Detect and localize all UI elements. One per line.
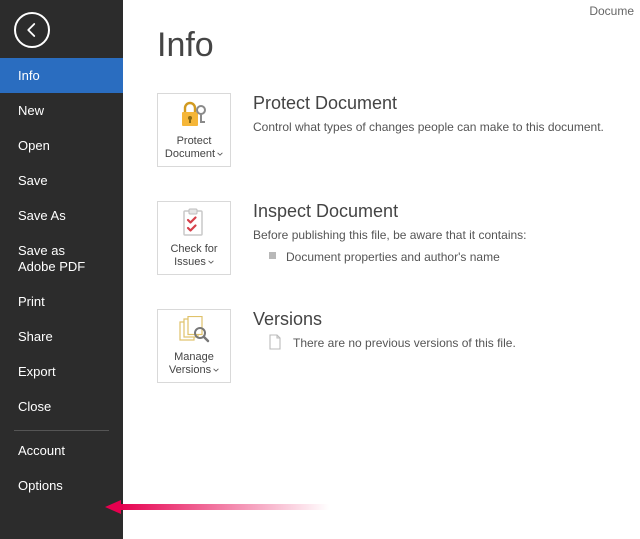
inspect-bullet-text: Document properties and author's name [286,248,500,266]
sidebar-item-save-as[interactable]: Save As [0,198,123,233]
document-icon [267,334,283,350]
sidebar-item-share[interactable]: Share [0,319,123,354]
section-description: Control what types of changes people can… [253,118,616,136]
sidebar-item-info[interactable]: Info [0,58,123,93]
section-title: Inspect Document [253,201,616,222]
backstage-sidebar: Info New Open Save Save As Save as Adobe… [0,0,123,539]
sidebar-item-options[interactable]: Options [0,468,123,503]
button-label: Protect Document [165,135,215,160]
sidebar-item-open[interactable]: Open [0,128,123,163]
sidebar-item-print[interactable]: Print [0,284,123,319]
sidebar-item-label: Export [18,364,56,379]
section-description: Before publishing this file, be aware th… [253,226,616,244]
chevron-down-icon [213,364,219,377]
check-for-issues-button[interactable]: Check for Issues [157,201,231,275]
page-title: Info [157,26,616,65]
sidebar-item-account[interactable]: Account [0,433,123,468]
arrow-left-icon [23,21,41,39]
protect-document-button[interactable]: Protect Document [157,93,231,167]
chevron-down-icon [217,148,223,161]
sidebar-divider [14,430,109,431]
sidebar-item-label: Save as Adobe PDF [18,243,85,274]
sidebar-item-label: Print [18,294,45,309]
sidebar-item-label: Save As [18,208,66,223]
button-label: Manage Versions [169,351,214,376]
section-inspect: Check for Issues Inspect Document Before… [157,201,616,275]
chevron-down-icon [208,256,214,269]
sidebar-item-label: Open [18,138,50,153]
sidebar-item-new[interactable]: New [0,93,123,128]
sidebar-item-label: Close [18,399,51,414]
sidebar-item-label: New [18,103,44,118]
sidebar-item-label: Save [18,173,48,188]
section-title: Protect Document [253,93,616,114]
sidebar-item-save[interactable]: Save [0,163,123,198]
clipboard-check-icon [179,207,209,239]
section-title: Versions [253,309,616,330]
versions-text: There are no previous versions of this f… [293,334,516,352]
sidebar-item-label: Share [18,329,53,344]
sidebar-item-export[interactable]: Export [0,354,123,389]
sidebar-item-label: Account [18,443,65,458]
back-button[interactable] [14,12,50,48]
sidebar-item-label: Info [18,68,40,83]
sidebar-item-save-as-adobe-pdf[interactable]: Save as Adobe PDF [0,233,123,284]
section-versions: Manage Versions Versions There are no pr… [157,309,616,383]
sidebar-item-close[interactable]: Close [0,389,123,424]
documents-magnifier-icon [177,315,211,347]
section-protect: Protect Document Protect Document Contro… [157,93,616,167]
title-fragment: Docume [589,4,634,18]
backstage-main: Info Protect Document Prot [123,0,640,539]
manage-versions-button[interactable]: Manage Versions [157,309,231,383]
lock-key-icon [178,99,210,131]
sidebar-item-label: Options [18,478,63,493]
bullet-icon [269,252,276,259]
